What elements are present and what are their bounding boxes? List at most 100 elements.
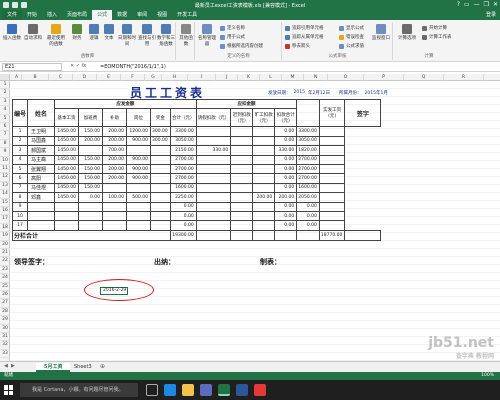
minimize-icon[interactable]: — [474,1,480,8]
cell-allow[interactable]: 200.00 [102,173,128,184]
cell-base[interactable]: 1450.00 [54,192,80,203]
cell-absent[interactable]: 200.00 [252,192,276,203]
cell-leave[interactable]: 330.00 [195,145,232,156]
cell-leave[interactable] [195,163,232,175]
name-manager-button[interactable]: 名称管理器 [197,24,217,47]
cell-ot[interactable] [78,145,104,156]
row-header-5[interactable]: 5 [0,115,10,123]
cell-no[interactable]: 5 [11,163,29,175]
enter-icon[interactable]: ✓ [76,63,80,69]
fx-icon[interactable]: fx [82,63,87,69]
row-header-20[interactable]: 20 [0,241,10,249]
column-header-k[interactable]: K [238,74,260,81]
datetime-button[interactable]: 日期和时间 [117,24,137,47]
help-icon[interactable]: ? [457,1,460,8]
cell-name[interactable] [27,220,56,231]
row-header-10[interactable]: 10 [0,157,10,165]
other-functions-button[interactable]: 其他函数 [178,24,194,47]
cell-name[interactable]: 高阳 [27,173,56,184]
cell-sign[interactable] [318,154,346,165]
cell-sub[interactable]: 1600.00 [169,182,197,194]
sign-in-link[interactable]: 登录 [486,11,500,20]
cell-sub[interactable]: 2150.00 [169,145,197,156]
row-header-3[interactable]: 3 [0,98,10,107]
cell-net[interactable]: 1600.00 [296,182,320,194]
edge-icon[interactable] [164,384,176,396]
cell-name[interactable]: 张翼翔 [27,163,56,175]
cell-name[interactable]: 马主裔 [27,154,56,165]
cell-absent[interactable] [252,163,276,175]
cell-bonus[interactable] [150,210,171,222]
windows-start-icon[interactable] [4,385,14,395]
row-header-18[interactable]: 18 [0,224,10,233]
cell-pos[interactable]: 500.00 [126,192,152,203]
zoom-level[interactable]: 100% [481,372,494,380]
cell-leave[interactable] [195,210,232,222]
column-header-f[interactable]: F [121,74,145,81]
row-header-28[interactable]: 28 [0,308,10,317]
cell-base[interactable]: 1450.00 [54,154,80,165]
cell-td[interactable]: 0.00 [274,154,298,165]
column-header-a[interactable]: A [12,74,22,81]
cell-sub[interactable]: 2700.00 [169,154,197,165]
cell-sign[interactable] [318,210,346,222]
store-icon[interactable] [200,384,212,396]
calc-sheet-button[interactable]: 计算工作表 [422,34,452,40]
cell-leave[interactable] [195,126,232,137]
cell-late[interactable] [230,145,254,156]
row-header-17[interactable]: 17 [0,215,10,224]
cell-pos[interactable] [126,210,152,222]
cell-no[interactable]: 1 [11,126,29,137]
cortana-search-box[interactable]: 我是 Cortana，小娜。有问题尽管问我。 [20,383,138,397]
column-header-s[interactable]: S [484,74,500,81]
cell-absent[interactable] [252,201,276,212]
cell-base[interactable]: 1450.00 [54,126,80,137]
restore-icon[interactable]: ❐ [484,1,489,8]
tab-data[interactable]: 数据 [112,10,132,20]
row-header-6[interactable]: 6 [0,123,10,132]
cell-allow[interactable]: 200.00 [102,126,128,137]
cell-no[interactable]: 6 [11,173,29,184]
ribbon-display-icon[interactable]: ▭ [464,1,470,8]
row-header-19[interactable]: 19 [0,232,10,241]
row-header-30[interactable]: 30 [0,325,10,333]
cell-leave[interactable] [195,154,232,165]
cell-allow[interactable] [102,182,128,194]
excel-icon[interactable] [218,384,230,396]
row-header-12[interactable]: 12 [0,173,10,182]
cell-allow[interactable]: 700.00 [102,145,128,156]
cell-sub[interactable]: 2700.00 [169,173,197,184]
column-header-h[interactable]: H [162,74,188,81]
cell-ot[interactable]: 150.00 [78,182,104,194]
lookup-button[interactable]: 查找与引用 [138,24,156,47]
file-explorer-icon[interactable] [182,384,194,396]
row-header-29[interactable]: 29 [0,316,10,325]
cell-bonus[interactable] [150,173,171,184]
cell-base[interactable]: 1450.00 [54,173,80,184]
row-header-22[interactable]: 22 [0,257,10,266]
cell-bonus[interactable] [150,163,171,175]
cell-base[interactable] [54,201,80,212]
cell-pos[interactable]: 900.00 [126,163,152,175]
cell-name[interactable] [27,201,56,212]
financial-button[interactable]: 财务 [69,24,85,41]
cell-name[interactable]: 马国鑫 [27,135,56,147]
cell-td[interactable]: 0.00 [274,173,298,184]
tab-view[interactable]: 视图 [152,10,172,20]
cell-bonus[interactable] [150,145,171,156]
cell-allow[interactable] [102,220,128,231]
cell-base[interactable]: 1450.00 [54,135,80,147]
cell-name[interactable]: 马佳煜 [27,182,56,194]
cell-absent[interactable] [252,220,276,231]
cell-late[interactable] [230,154,254,165]
cell-net[interactable]: 3050.00 [296,135,320,147]
cell-td[interactable]: 0.00 [274,220,298,231]
next-sheet-icon[interactable]: ▶ [11,363,15,369]
cell-no[interactable]: 4 [11,154,29,165]
cell-ot[interactable]: 150.00 [78,154,104,165]
cell-leave[interactable] [195,173,232,184]
cell-no[interactable]: 9 [11,201,29,212]
cell-sub[interactable]: 2700.00 [169,163,197,175]
close-icon[interactable]: ✕ [493,1,498,8]
cell-no[interactable]: 2 [11,135,29,147]
